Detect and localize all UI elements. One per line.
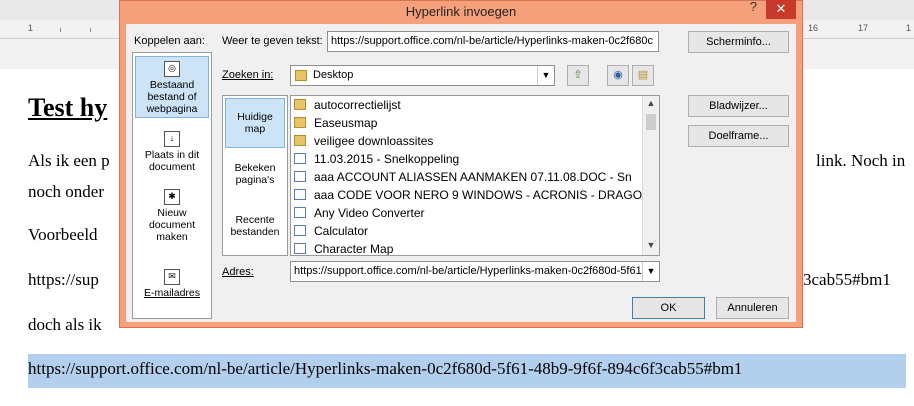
browse-web-button[interactable]: ◉ <box>607 65 629 86</box>
dialog-body: Koppelen aan: ◎ Bestaand bestand of webp… <box>126 24 796 322</box>
new-document-icon: ✱ <box>164 189 180 205</box>
shortcut-icon <box>294 171 306 182</box>
ruler-number: 1 <box>28 23 34 33</box>
file-list: autocorrectielijst Easeusmap veiligee do… <box>290 95 660 256</box>
document-line: Als ik een p <box>28 151 110 170</box>
up-one-folder-button[interactable]: ⇧ <box>567 65 589 86</box>
tab-browsed-pages[interactable]: Bekeken pagina's <box>225 158 285 198</box>
list-item[interactable]: aaa CODE VOOR NERO 9 WINDOWS - ACRONIS -… <box>291 186 643 204</box>
address-value: https://support.office.com/nl-be/article… <box>294 265 642 277</box>
link-to-new-document-label: Nieuw document maken <box>148 207 196 243</box>
document-line: noch onder <box>28 182 105 201</box>
link-to-place-in-document[interactable]: ↓ Plaats in dit document <box>135 127 209 177</box>
list-item[interactable]: Calculator <box>291 222 643 240</box>
chevron-down-icon[interactable]: ▼ <box>643 240 659 250</box>
tab-current-folder[interactable]: Huidige map <box>225 98 285 148</box>
target-frame-button[interactable]: Doelframe... <box>688 125 789 147</box>
document-line: link. Noch in <box>816 151 906 170</box>
chevron-up-icon[interactable]: ▲ <box>643 98 659 108</box>
browse-category-panel: Huidige map Bekeken pagina's Recente bes… <box>222 95 288 256</box>
display-text-label: Weer te geven tekst: <box>222 35 323 47</box>
link-to-existing-file[interactable]: ◎ Bestaand bestand of webpagina <box>135 56 209 118</box>
document-line: doch als ik <box>28 315 102 334</box>
insert-hyperlink-dialog: Hyperlink invoegen ? ✕ Koppelen aan: ◎ B… <box>119 0 803 328</box>
look-in-select[interactable]: Desktop ▼ <box>290 65 555 86</box>
scrollbar-thumb[interactable] <box>646 114 656 130</box>
open-folder-icon: ▤ <box>637 69 649 81</box>
shortcut-icon <box>294 207 306 218</box>
help-button[interactable]: ? <box>750 0 757 14</box>
document-line: Voorbeeld <box>28 225 98 244</box>
document-title: Test hy <box>28 93 108 122</box>
list-item[interactable]: veiligee downloassites <box>291 132 643 150</box>
display-text-input[interactable]: https://support.office.com/nl-be/article… <box>327 31 659 52</box>
folder-icon <box>294 117 306 128</box>
desktop-folder-icon <box>295 70 307 81</box>
list-item[interactable]: 11.03.2015 - Snelkoppeling <box>291 150 643 168</box>
link-to-panel: ◎ Bestaand bestand of webpagina ↓ Plaats… <box>132 52 212 319</box>
ruler-number: 16 <box>808 23 819 33</box>
list-item[interactable]: aaa ACCOUNT ALIASSEN AANMAKEN 07.11.08.D… <box>291 168 643 186</box>
list-item[interactable]: Easeusmap <box>291 114 643 132</box>
ok-button[interactable]: OK <box>632 297 705 319</box>
dialog-title: Hyperlink invoegen <box>405 4 517 19</box>
tab-recent-files[interactable]: Recente bestanden <box>225 210 285 250</box>
link-to-place-label: Plaats in dit document <box>144 149 200 173</box>
address-label: Adres: <box>222 266 254 278</box>
look-in-value: Desktop <box>313 69 354 81</box>
link-to-existing-file-label: Bestaand bestand of webpagina <box>146 79 198 115</box>
address-input[interactable]: https://support.office.com/nl-be/article… <box>290 261 660 282</box>
document-line: 3cab55#bm1 <box>803 270 891 289</box>
document-line: https://sup <box>28 270 99 289</box>
shortcut-icon <box>294 243 306 254</box>
email-icon: ✉ <box>164 269 180 285</box>
globe-page-icon: ◎ <box>164 61 180 77</box>
bookmark-button[interactable]: Bladwijzer... <box>688 95 789 117</box>
list-item[interactable]: Character Map <box>291 240 643 255</box>
list-item[interactable]: Any Video Converter <box>291 204 643 222</box>
link-to-email-label: E-mailadres <box>143 287 201 299</box>
selected-hyperlink-text[interactable]: https://support.office.com/nl-be/article… <box>28 354 906 388</box>
folder-up-icon: ⇧ <box>573 69 583 81</box>
document-place-icon: ↓ <box>164 131 180 147</box>
list-item[interactable]: autocorrectielijst <box>291 96 643 114</box>
link-to-label: Koppelen aan: <box>134 35 205 47</box>
folder-icon <box>294 99 306 110</box>
shortcut-icon <box>294 225 306 236</box>
cancel-button[interactable]: Annuleren <box>716 297 789 319</box>
chevron-down-icon[interactable]: ▼ <box>642 262 659 281</box>
link-to-email[interactable]: ✉ E-mailadres <box>135 265 209 301</box>
file-list-scrollbar[interactable]: ▲ ▼ <box>642 96 659 255</box>
shortcut-icon <box>294 189 306 200</box>
chevron-down-icon[interactable]: ▼ <box>537 66 554 85</box>
look-in-label: Zoeken in: <box>222 69 274 81</box>
screentip-button[interactable]: Scherminfo... <box>688 31 789 53</box>
ruler-number: 17 <box>858 23 869 33</box>
link-to-new-document[interactable]: ✱ Nieuw document maken <box>135 185 209 245</box>
shortcut-icon <box>294 153 306 164</box>
close-button[interactable]: ✕ <box>766 0 796 19</box>
globe-search-icon: ◉ <box>613 69 623 81</box>
ruler-number: 1 <box>906 23 912 33</box>
browse-file-button[interactable]: ▤ <box>632 65 654 86</box>
dialog-titlebar[interactable]: Hyperlink invoegen ? ✕ <box>120 0 802 23</box>
folder-icon <box>294 135 306 146</box>
